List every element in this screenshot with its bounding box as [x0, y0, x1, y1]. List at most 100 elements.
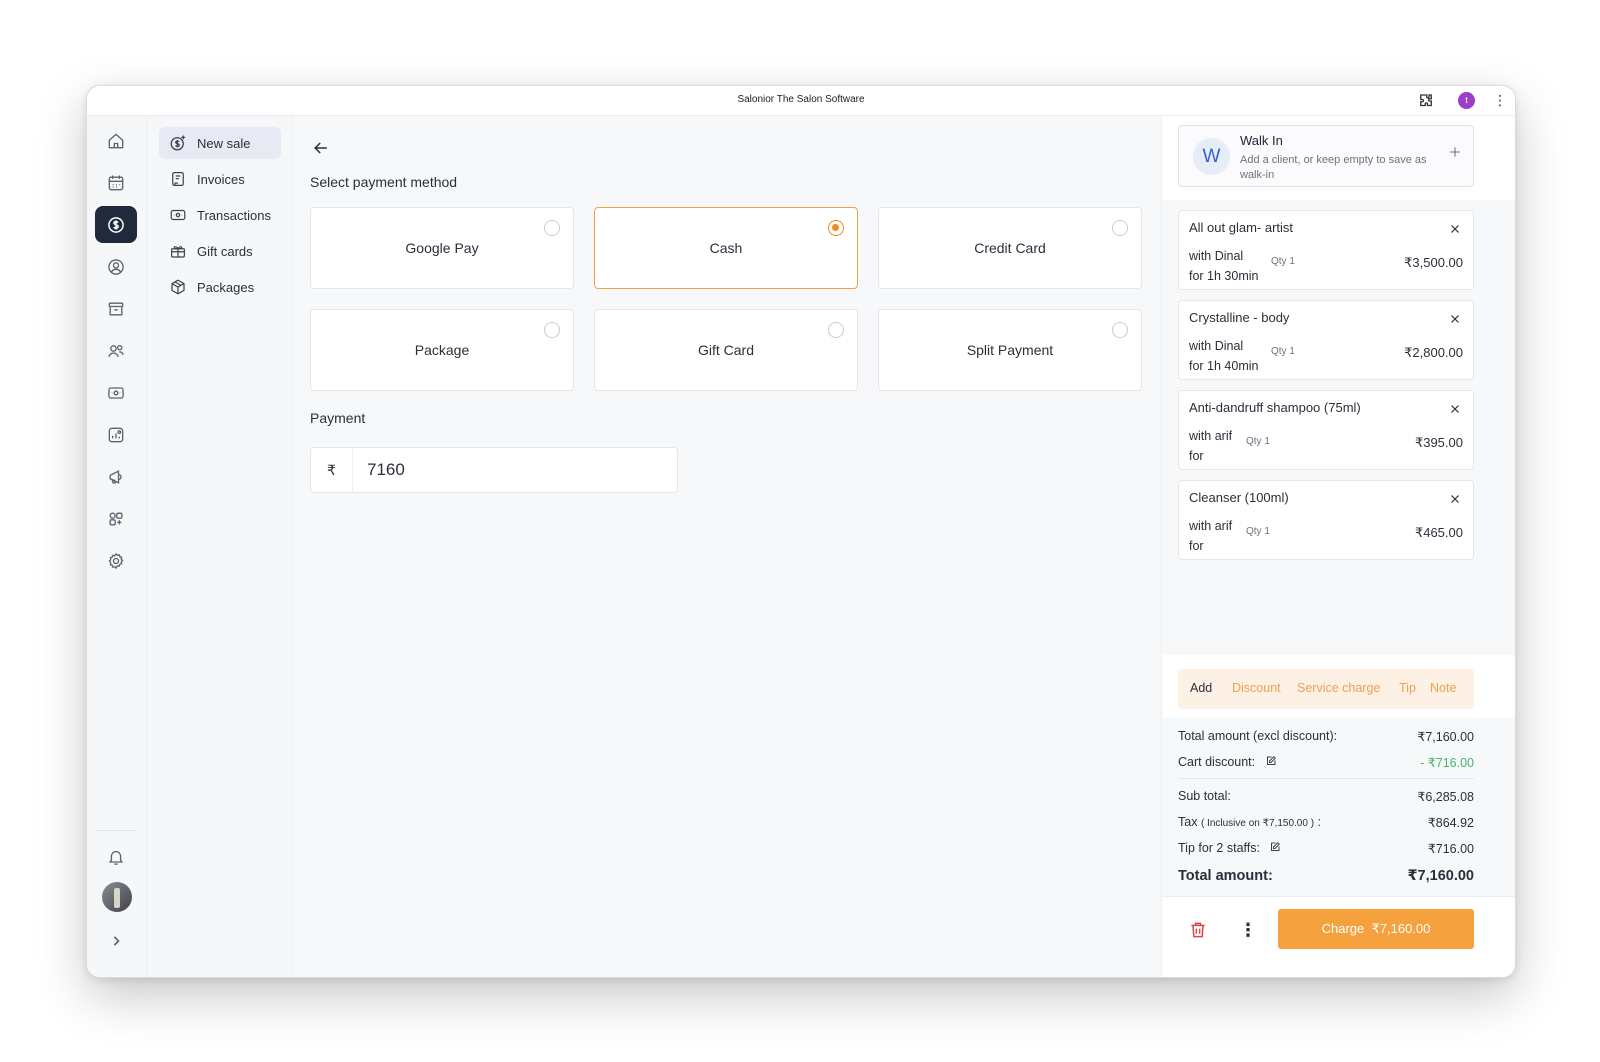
- cart-discount-row: Cart discount: - ₹716.00: [1178, 755, 1474, 770]
- gift-icon: [171, 246, 185, 258]
- cart-item[interactable]: All out glam- artist with Dinal for 1h 30…: [1178, 210, 1474, 290]
- payment-amount-field[interactable]: ₹: [310, 447, 678, 493]
- marketing-megaphone-icon[interactable]: [95, 458, 137, 495]
- client-profile-icon[interactable]: [95, 248, 137, 285]
- title-bar: Salonior The Salon Software t ⋮: [87, 86, 1515, 116]
- subnav-item-transactions[interactable]: Transactions: [159, 199, 281, 231]
- subnav-label: Transactions: [197, 207, 271, 223]
- payment-method-label: Cash: [709, 240, 743, 256]
- radio-credit-card[interactable]: [1112, 220, 1128, 236]
- app-window: Salonior The Salon Software t ⋮ New sale…: [86, 85, 1516, 978]
- subnav-label: Gift cards: [197, 243, 253, 259]
- subnav-item-packages[interactable]: Packages: [159, 271, 281, 303]
- edit-discount-icon[interactable]: [1265, 755, 1277, 767]
- sub-total-row: Sub total: ₹6,285.08: [1178, 789, 1474, 804]
- remove-item-close-icon[interactable]: [1449, 493, 1461, 505]
- extension-icon[interactable]: [1417, 92, 1435, 110]
- cart-item-name: Crystalline - body: [1189, 310, 1290, 325]
- cart-item[interactable]: Crystalline - body with Dinal for 1h 40mi…: [1178, 300, 1474, 380]
- cart-item-price: ₹2,800.00: [1404, 345, 1463, 360]
- payment-method-gift-card[interactable]: Gift Card: [594, 309, 858, 391]
- payment-method-cash[interactable]: Cash: [594, 207, 858, 289]
- total-amount-row: Total amount: ₹7,160.00: [1178, 868, 1474, 884]
- expand-chevron-right-icon[interactable]: [95, 922, 137, 959]
- payment-method-label: Credit Card: [974, 240, 1046, 256]
- cart-item-qty: Qty 1: [1271, 346, 1295, 357]
- settings-gear-icon[interactable]: [95, 542, 137, 579]
- currency-symbol: ₹: [311, 448, 353, 492]
- staff-users-icon[interactable]: [95, 332, 137, 369]
- client-selector[interactable]: W Walk In Add a client, or keep empty to…: [1178, 125, 1474, 187]
- cart-item-price: ₹395.00: [1414, 435, 1463, 450]
- tip-action-button[interactable]: Tip: [1399, 681, 1416, 695]
- cart-item[interactable]: Anti-dandruff shampoo (75ml) with arif fo…: [1178, 390, 1474, 470]
- profile-avatar-icon[interactable]: t: [1458, 92, 1475, 109]
- charge-button[interactable]: Charge ₹7,160.00: [1278, 909, 1474, 949]
- cart-item-qty: Qty 1: [1246, 526, 1270, 537]
- radio-package[interactable]: [544, 322, 560, 338]
- payment-method-google-pay[interactable]: Google Pay: [310, 207, 574, 289]
- section-title-payment-method: Select payment method: [310, 174, 458, 190]
- cart-item[interactable]: Cleanser (100ml) with arif for Qty 1 ₹465…: [1178, 480, 1474, 560]
- remove-item-close-icon[interactable]: [1449, 313, 1461, 325]
- radio-cash[interactable]: [828, 220, 844, 236]
- cart-item-name: All out glam- artist: [1189, 220, 1294, 235]
- cart-actions-bar: Add Discount Service charge Tip Note: [1178, 669, 1474, 709]
- sales-subnav: New sale Invoices Transactions Gift card…: [147, 116, 293, 977]
- home-icon[interactable]: [95, 122, 137, 159]
- remove-item-close-icon[interactable]: [1449, 403, 1461, 415]
- tip-row: Tip for 2 staffs: ₹716.00: [1178, 841, 1474, 856]
- cart-item-staff: with arif for: [1189, 519, 1233, 553]
- cart-item-staff: with arif for: [1189, 429, 1233, 463]
- cart-item-name: Anti-dandruff shampoo (75ml): [1189, 400, 1361, 415]
- cart-item-price: ₹3,500.00: [1404, 255, 1463, 270]
- note-action-button[interactable]: Note: [1430, 681, 1456, 695]
- client-avatar: W: [1193, 138, 1230, 175]
- totals-divider: [1178, 778, 1474, 779]
- subnav-label: New sale: [197, 135, 251, 151]
- delete-trash-icon[interactable]: [1188, 920, 1208, 940]
- radio-split-payment[interactable]: [1112, 322, 1128, 338]
- cart-item-qty: Qty 1: [1246, 436, 1270, 447]
- payment-method-label: Gift Card: [697, 342, 754, 358]
- radio-gift-card[interactable]: [828, 322, 844, 338]
- more-options-icon[interactable]: ⋮: [1238, 919, 1258, 941]
- user-avatar[interactable]: [102, 882, 132, 912]
- add-client-plus-icon[interactable]: [1447, 144, 1463, 160]
- sales-dollar-icon[interactable]: [95, 206, 137, 243]
- apps-grid-plus-icon[interactable]: [95, 500, 137, 537]
- notification-bell-icon[interactable]: [95, 838, 137, 875]
- payment-method-split-payment[interactable]: Split Payment: [878, 309, 1142, 391]
- inventory-box-icon[interactable]: [95, 290, 137, 327]
- add-action-button[interactable]: Add: [1190, 681, 1212, 695]
- subnav-item-gift-cards[interactable]: Gift cards: [159, 235, 281, 267]
- reports-chart-icon[interactable]: [95, 416, 137, 453]
- subnav-item-new-sale[interactable]: New sale: [159, 127, 281, 159]
- client-hint: Add a client, or keep empty to save as w…: [1240, 154, 1427, 181]
- cart-item-staff: with Dinal for 1h 40min: [1189, 339, 1259, 373]
- calendar-icon[interactable]: [95, 164, 137, 201]
- icon-rail: [87, 116, 147, 977]
- remove-item-close-icon[interactable]: [1449, 223, 1461, 235]
- service-charge-action-button[interactable]: Service charge: [1297, 681, 1380, 695]
- total-excl-discount-row: Total amount (excl discount): ₹7,160.00: [1178, 729, 1474, 744]
- payment-method-label: Package: [414, 342, 470, 358]
- discount-action-button[interactable]: Discount: [1232, 681, 1281, 695]
- section-title-payment: Payment: [310, 410, 366, 426]
- more-vertical-icon[interactable]: ⋮: [1493, 91, 1507, 109]
- subnav-item-invoices[interactable]: Invoices: [159, 163, 281, 195]
- payment-method-package[interactable]: Package: [310, 309, 574, 391]
- edit-tip-icon[interactable]: [1269, 841, 1281, 853]
- payments-cash-icon[interactable]: [95, 374, 137, 411]
- back-arrow-icon[interactable]: [311, 138, 331, 158]
- payment-method-credit-card[interactable]: Credit Card: [878, 207, 1142, 289]
- cart-item-name: Cleanser (100ml): [1189, 490, 1289, 505]
- payment-amount-input[interactable]: [353, 460, 653, 480]
- subnav-label: Invoices: [197, 171, 245, 187]
- rail-divider: [95, 830, 137, 831]
- cart-items-area: All out glam- artist with Dinal for 1h 30…: [1162, 200, 1515, 655]
- radio-google-pay[interactable]: [544, 220, 560, 236]
- cart-item-price: ₹465.00: [1414, 525, 1463, 540]
- new-sale-dollar-icon: [170, 135, 186, 151]
- client-name: Walk In: [1240, 133, 1283, 148]
